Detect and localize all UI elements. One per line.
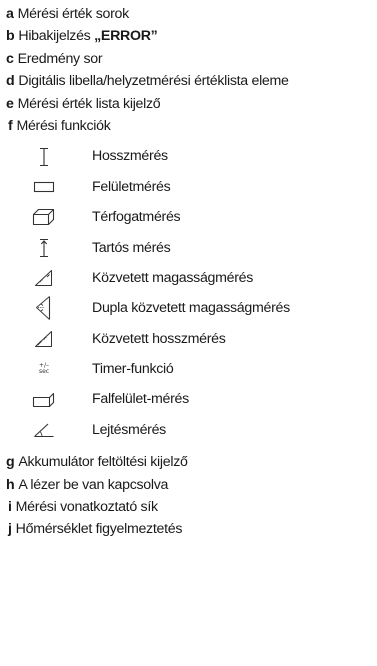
function-wall-area: Falfelület-mérés [6, 384, 374, 414]
item-text: Digitális libella/helyzetmérési értéklis… [18, 73, 289, 90]
slope-measure-icon [24, 420, 64, 440]
indirect-length-icon [24, 329, 64, 349]
legend-item-b: b Hibakijelzés „ERROR” [6, 25, 374, 47]
function-slope: Lejtésmérés [6, 415, 374, 445]
function-label: Felületmérés [92, 178, 171, 195]
item-letter: j [8, 521, 12, 538]
item-text-plain: Hibakijelzés [18, 28, 95, 45]
function-timer: +/– sec Timer-funkció [6, 354, 374, 384]
item-letter: c [6, 50, 14, 67]
length-measure-icon [24, 147, 64, 167]
legend-item-c: c Eredmény sor [6, 48, 374, 70]
item-text: Eredmény sor [17, 50, 103, 67]
double-indirect-height-icon [24, 296, 64, 321]
item-letter: g [6, 454, 15, 471]
function-double-indirect-height: Dupla közvetett magasságmérés [6, 293, 374, 323]
item-text: Akkumulátor feltöltési kijelző [18, 454, 188, 471]
item-text: Hőmérséklet figyelmeztetés [15, 521, 183, 538]
function-indirect-height: Közvetett magasságmérés [6, 263, 374, 293]
item-letter: e [6, 95, 14, 112]
legend-item-a: a Mérési érték sorok [6, 3, 374, 25]
timer-glyph-bottom: sec [38, 368, 50, 376]
function-label: Falfelület-mérés [92, 391, 189, 408]
function-indirect-length: Közvetett hosszmérés [6, 324, 374, 354]
item-text: Mérési funkciók [16, 117, 111, 134]
legend-item-j: j Hőmérséklet figyelmeztetés [6, 518, 374, 540]
item-text: Mérési vonatkoztató sík [15, 499, 158, 516]
item-text: A lézer be van kapcsolva [18, 476, 169, 493]
function-label: Tartós mérés [92, 239, 171, 256]
timer-icon: +/– sec [24, 359, 64, 379]
legend-item-g: g Akkumulátor feltöltési kijelző [6, 451, 374, 473]
legend-item-f: f Mérési funkciók [6, 115, 374, 137]
function-label: Hosszmérés [92, 148, 168, 165]
function-continuous: Tartós mérés [6, 233, 374, 263]
function-list: Hosszmérés Felületmérés Térfogatmérés Ta… [6, 141, 374, 445]
item-text: Hibakijelzés „ERROR” [18, 25, 157, 47]
legend-item-h: h A lézer be van kapcsolva [6, 474, 374, 496]
legend-item-i: i Mérési vonatkoztató sík [6, 496, 374, 518]
wall-area-icon [24, 390, 64, 410]
function-label: Timer-funkció [92, 361, 174, 378]
item-letter: i [8, 499, 12, 516]
item-letter: h [6, 476, 15, 493]
function-area: Felületmérés [6, 172, 374, 202]
function-length: Hosszmérés [6, 141, 374, 171]
item-text: Mérési érték sorok [17, 6, 130, 22]
indirect-height-icon [24, 268, 64, 288]
item-text: Mérési érték lista kijelző [17, 95, 161, 112]
function-volume: Térfogatmérés [6, 202, 374, 232]
item-letter: a [6, 6, 14, 22]
function-label: Lejtésmérés [92, 421, 166, 438]
volume-measure-icon [24, 207, 64, 227]
function-label: Dupla közvetett magasságmérés [92, 300, 290, 317]
item-letter: f [8, 117, 13, 134]
area-measure-icon [24, 177, 64, 197]
function-label: Közvetett magasságmérés [92, 269, 254, 286]
legend: a Mérési érték sorok b Hibakijelzés „ERR… [6, 3, 374, 541]
function-label: Térfogatmérés [92, 209, 181, 226]
legend-item-e: e Mérési érték lista kijelző [6, 93, 374, 115]
item-letter: b [6, 28, 15, 45]
timer-glyph: +/– sec [39, 363, 49, 375]
continuous-measure-icon [24, 238, 64, 258]
function-label: Közvetett hosszmérés [92, 330, 226, 347]
error-code: „ERROR” [94, 28, 158, 45]
item-letter: d [6, 73, 15, 90]
legend-tail: g Akkumulátor feltöltési kijelző h A léz… [6, 451, 374, 541]
legend-item-d: d Digitális libella/helyzetmérési értékl… [6, 70, 374, 92]
